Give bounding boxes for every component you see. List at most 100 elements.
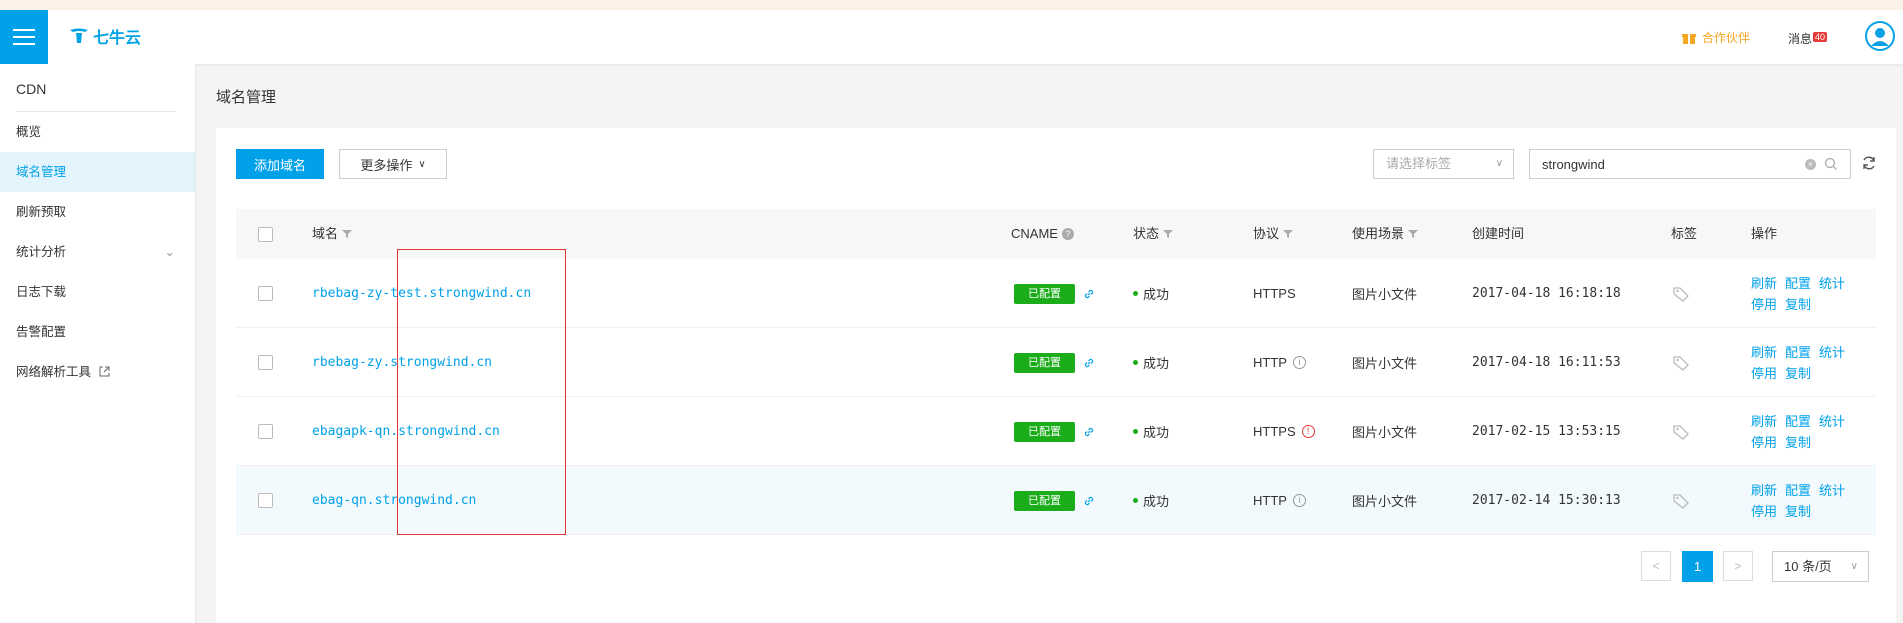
disable-action[interactable]: 停用 — [1751, 435, 1777, 450]
stats-action[interactable]: 统计 — [1819, 276, 1845, 291]
disable-action[interactable]: 停用 — [1751, 297, 1777, 312]
column-header-label: 协议 — [1253, 226, 1280, 241]
stats-action[interactable]: 统计 — [1819, 483, 1845, 498]
sidebar-item-label: 网络解析工具 — [16, 365, 92, 379]
current-page-button[interactable]: 1 — [1682, 551, 1713, 582]
chevron-down-icon: ∨ — [418, 158, 426, 170]
refresh-action[interactable]: 刷新 — [1751, 483, 1777, 498]
link-icon[interactable] — [1083, 426, 1095, 438]
copy-action[interactable]: 复制 — [1785, 297, 1811, 312]
success-dot-icon — [1133, 360, 1138, 365]
filter-icon[interactable] — [1283, 229, 1294, 239]
top-header: 七牛云 合作伙伴 消息 40 — [0, 10, 1903, 64]
page-title: 域名管理 — [216, 89, 277, 106]
sidebar-item-label: 刷新预取 — [16, 205, 67, 219]
more-actions-dropdown[interactable]: 更多操作 ∨ — [339, 149, 447, 179]
sidebar-item-label: 日志下载 — [16, 285, 67, 299]
add-domain-button[interactable]: 添加域名 — [236, 149, 324, 179]
warning-info-icon[interactable]: ! — [1301, 425, 1315, 438]
messages-label: 消息 — [1788, 32, 1813, 46]
row-checkbox[interactable] — [258, 493, 273, 508]
refresh-action[interactable]: 刷新 — [1751, 414, 1777, 429]
stats-action[interactable]: 统计 — [1819, 345, 1845, 360]
config-action[interactable]: 配置 — [1785, 483, 1811, 498]
tag-select-placeholder: 请选择标签 — [1386, 156, 1452, 171]
copy-action[interactable]: 复制 — [1785, 435, 1811, 450]
link-icon[interactable] — [1083, 288, 1095, 300]
refresh-action[interactable]: 刷新 — [1751, 345, 1777, 360]
messages-link[interactable]: 消息 40 — [1788, 30, 1828, 47]
cname-status-badge: 已配置 — [1014, 352, 1075, 373]
chevron-down-icon: ∨ — [1850, 561, 1858, 572]
page-size-label: 10 条/页 — [1784, 559, 1832, 574]
row-actions: 刷新 配置 统计 停用 复制 — [1751, 480, 1861, 522]
row-actions: 刷新 配置 统计 停用 复制 — [1751, 411, 1861, 453]
status-text: 成功 — [1143, 356, 1170, 371]
created-time: 2017-04-18 16:11:53 — [1472, 355, 1621, 370]
info-icon[interactable]: i — [1292, 494, 1306, 507]
tag-select[interactable]: 请选择标签 ∨ — [1373, 149, 1514, 179]
select-all-checkbox[interactable] — [258, 226, 273, 242]
clear-icon[interactable]: × — [1805, 159, 1816, 170]
sidebar-item-dns-tool[interactable]: 网络解析工具 — [0, 352, 195, 392]
filter-icon[interactable] — [1163, 229, 1174, 239]
link-icon[interactable] — [1083, 357, 1095, 369]
column-header-label: 标签 — [1671, 226, 1698, 241]
protocol-text: HTTP — [1253, 493, 1287, 508]
protocol-text: HTTP — [1253, 355, 1287, 370]
column-header-label: 域名 — [312, 226, 339, 241]
row-actions: 刷新 配置 统计 停用 复制 — [1751, 273, 1861, 315]
link-icon[interactable] — [1083, 495, 1095, 507]
row-checkbox[interactable] — [258, 355, 273, 370]
sidebar-item-refresh-prefetch[interactable]: 刷新预取 — [0, 192, 195, 232]
protocol-text: HTTPS — [1253, 424, 1296, 439]
info-icon[interactable]: i — [1292, 356, 1306, 369]
disable-action[interactable]: 停用 — [1751, 366, 1777, 381]
copy-action[interactable]: 复制 — [1785, 504, 1811, 519]
page-size-select[interactable]: 10 条/页 ∨ — [1772, 551, 1869, 582]
config-action[interactable]: 配置 — [1785, 414, 1811, 429]
row-actions: 刷新 配置 统计 停用 复制 — [1751, 342, 1861, 384]
partner-link[interactable]: 合作伙伴 — [1682, 29, 1750, 46]
filter-icon[interactable] — [342, 229, 353, 239]
logo-text: 七牛云 — [93, 30, 142, 47]
copy-action[interactable]: 复制 — [1785, 366, 1811, 381]
prev-page-button[interactable]: < — [1641, 551, 1671, 581]
search-icon[interactable] — [1824, 156, 1838, 172]
config-action[interactable]: 配置 — [1785, 345, 1811, 360]
hamburger-menu-button[interactable] — [0, 10, 48, 64]
filter-icon[interactable] — [1408, 229, 1419, 239]
cname-status-badge: 已配置 — [1014, 490, 1075, 511]
config-action[interactable]: 配置 — [1785, 276, 1811, 291]
column-header-scene: 使用场景 — [1352, 209, 1419, 259]
row-checkbox[interactable] — [258, 286, 273, 301]
sidebar-item-overview[interactable]: 概览 — [0, 112, 195, 152]
scene-text: 图片小文件 — [1352, 425, 1418, 440]
refresh-action[interactable]: 刷新 — [1751, 276, 1777, 291]
sidebar-item-alert-config[interactable]: 告警配置 — [0, 312, 195, 352]
tag-icon[interactable] — [1673, 493, 1689, 509]
help-icon[interactable]: ? — [1061, 228, 1074, 240]
stats-action[interactable]: 统计 — [1819, 414, 1845, 429]
search-input[interactable] — [1530, 150, 1790, 178]
user-avatar[interactable] — [1865, 21, 1895, 51]
qiniu-logo[interactable]: 七牛云 — [68, 24, 141, 48]
refresh-icon[interactable] — [1861, 155, 1877, 171]
row-checkbox[interactable] — [258, 424, 273, 439]
scene-text: 图片小文件 — [1352, 356, 1418, 371]
tag-icon[interactable] — [1673, 286, 1689, 302]
message-count-badge: 40 — [1813, 31, 1828, 42]
sidebar-item-log-download[interactable]: 日志下载 — [0, 272, 195, 312]
next-page-button[interactable]: > — [1723, 551, 1753, 581]
sidebar-item-domain-management[interactable]: 域名管理 — [0, 152, 195, 192]
tag-icon[interactable] — [1673, 355, 1689, 371]
tag-icon[interactable] — [1673, 424, 1689, 440]
disable-action[interactable]: 停用 — [1751, 504, 1777, 519]
top-notice-strip — [0, 0, 1903, 10]
qiniu-logo-icon — [70, 28, 88, 43]
status-text: 成功 — [1143, 425, 1170, 440]
status-text: 成功 — [1143, 494, 1170, 509]
success-dot-icon — [1133, 498, 1138, 503]
sidebar-item-statistics[interactable]: 统计分析 ⌄ — [0, 232, 195, 272]
cname-status-badge: 已配置 — [1014, 421, 1075, 442]
